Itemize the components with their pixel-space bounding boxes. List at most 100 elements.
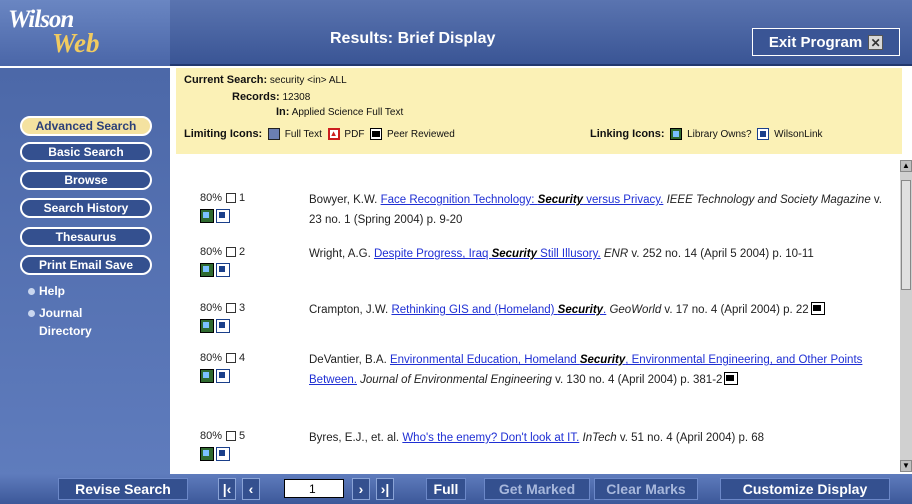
linking-icons-legend: Linking Icons: Library Owns? WilsonLink: [590, 128, 823, 141]
mark-checkbox[interactable]: [226, 431, 237, 442]
title-text: Despite Progress, Iraq: [373, 248, 492, 260]
linking-icons: [200, 447, 232, 466]
author: Bowyer, K.W.: [309, 194, 378, 206]
scroll-thumb[interactable]: [901, 180, 911, 290]
journal-name: GeoWorld: [609, 304, 662, 316]
next-page-icon[interactable]: ›: [352, 478, 370, 500]
article-title-link[interactable]: Face Recognition Technology: Security ve…: [381, 194, 664, 206]
exit-program-button[interactable]: Exit Program ✕: [752, 28, 900, 56]
wilsonlink-icon[interactable]: [216, 209, 230, 223]
relevance-value: 80%: [200, 302, 223, 314]
article-title-link[interactable]: Rethinking GIS and (Homeland) Security.: [391, 304, 606, 316]
title-text-end: Still Illusory.: [536, 248, 601, 260]
current-search-value: security <in> ALL: [269, 75, 347, 86]
journal-name: InTech: [582, 432, 617, 444]
linking-icons: [200, 369, 232, 388]
article-title-link[interactable]: Who's the enemy? Don't look at IT.: [402, 432, 579, 444]
revise-search-button[interactable]: Revise Search: [58, 478, 188, 500]
title-keyword: Security: [557, 304, 604, 316]
citation: Bowyer, K.W. Face Recognition Technology…: [309, 190, 889, 230]
citation: Crampton, J.W. Rethinking GIS and (Homel…: [309, 300, 889, 320]
journal-name: Journal of Environmental Engineering: [360, 374, 552, 386]
title-text: Rethinking GIS and (Homeland): [391, 304, 558, 316]
peer-reviewed-icon: [724, 372, 739, 385]
bullet-icon: [28, 310, 35, 318]
full-text-legend-label: Full Text: [284, 129, 322, 140]
mark-checkbox[interactable]: [226, 193, 237, 204]
library-owns-icon[interactable]: [200, 319, 214, 333]
database-row: In: Applied Science Full Text: [276, 106, 403, 118]
pdf-icon: ▲: [327, 128, 340, 141]
first-page-icon[interactable]: |‹: [218, 478, 236, 500]
author: DeVantier, B.A.: [309, 354, 387, 366]
title-text: Who's the enemy? Don't look at IT.: [402, 432, 580, 444]
journal-name: IEEE Technology and Society Magazine: [666, 194, 871, 206]
help-link[interactable]: Help: [28, 282, 65, 300]
title-text: Environmental Education, Homeland: [389, 354, 580, 366]
in-value: Applied Science Full Text: [291, 107, 404, 118]
scroll-up-arrow-icon[interactable]: ▲: [900, 160, 912, 172]
search-history-button[interactable]: Search History: [20, 198, 152, 218]
customize-display-button[interactable]: Customize Display: [720, 478, 890, 500]
library-owns-legend-label: Library Owns?: [687, 129, 752, 140]
current-search-row: Current Search: security <in> ALL: [184, 74, 347, 86]
browse-button[interactable]: Browse: [20, 170, 152, 190]
logo-wordmark-bottom: Web: [52, 28, 100, 58]
citation: DeVantier, B.A. Environmental Education,…: [309, 350, 889, 390]
in-label: In:: [276, 106, 290, 118]
relevance-score: 80% 1: [200, 192, 245, 204]
library-owns-icon[interactable]: [200, 263, 214, 277]
thesaurus-button[interactable]: Thesaurus: [20, 227, 152, 247]
journal-name: ENR: [603, 248, 629, 260]
mark-checkbox[interactable]: [226, 353, 237, 364]
article-title-link[interactable]: Despite Progress, Iraq Security Still Il…: [374, 248, 601, 260]
records-row: Records: 12308: [232, 91, 310, 103]
relevance-value: 80%: [200, 246, 223, 258]
library-owns-icon[interactable]: [200, 369, 214, 383]
bottom-toolbar: Revise Search |‹ ‹ › ›| Full Get Marked …: [0, 474, 912, 504]
linking-icons: [200, 209, 232, 228]
mark-checkbox[interactable]: [226, 247, 237, 258]
library-owns-icon: [670, 128, 683, 141]
limiting-icons-label: Limiting Icons:: [184, 128, 263, 140]
title-keyword: Security: [537, 194, 584, 206]
print-email-save-button[interactable]: Print Email Save: [20, 255, 152, 275]
library-owns-icon[interactable]: [200, 209, 214, 223]
full-display-button[interactable]: Full: [426, 478, 466, 500]
get-marked-button[interactable]: Get Marked: [484, 478, 590, 500]
exit-program-label: Exit Program: [768, 33, 863, 51]
results-scrollbar[interactable]: ▲ ▼: [900, 160, 912, 472]
mark-checkbox[interactable]: [226, 303, 237, 314]
wilsonlink-icon: [757, 128, 770, 141]
previous-page-icon[interactable]: ‹: [242, 478, 260, 500]
wilsonlink-icon[interactable]: [216, 369, 230, 383]
wilsonlink-icon[interactable]: [216, 447, 230, 461]
relevance-value: 80%: [200, 430, 223, 442]
page-number-input[interactable]: [284, 479, 344, 498]
journal-directory-link[interactable]: Journal Directory: [28, 304, 92, 340]
library-owns-icon[interactable]: [200, 447, 214, 461]
advanced-search-button[interactable]: Advanced Search: [20, 116, 152, 136]
results-list: 80% 1 Bowyer, K.W. Face Recognition Techn…: [176, 160, 898, 472]
wilsonlink-icon[interactable]: [216, 263, 230, 277]
search-info-panel: Current Search: security <in> ALL Record…: [176, 68, 902, 154]
full-text-icon: [268, 128, 281, 141]
records-label: Records:: [232, 91, 280, 103]
title-text: Face Recognition Technology:: [380, 194, 538, 206]
relevance-score: 80% 5: [200, 430, 245, 442]
peer-reviewed-legend-label: Peer Reviewed: [386, 129, 455, 140]
wilsonlink-icon[interactable]: [216, 319, 230, 333]
result-number: 3: [239, 302, 246, 314]
title-keyword: Security: [491, 248, 537, 260]
last-page-icon[interactable]: ›|: [376, 478, 394, 500]
directory-link-label: Directory: [39, 324, 92, 338]
relevance-score: 80% 4: [200, 352, 245, 364]
page-title: Results: Brief Display: [330, 30, 496, 47]
clear-marks-button[interactable]: Clear Marks: [594, 478, 698, 500]
wilsonlink-legend-label: WilsonLink: [774, 129, 823, 140]
scroll-down-arrow-icon[interactable]: ▼: [900, 460, 912, 472]
basic-search-button[interactable]: Basic Search: [20, 142, 152, 162]
citation: Wright, A.G. Despite Progress, Iraq Secu…: [309, 244, 889, 264]
sidebar: Advanced Search Basic Search Browse Sear…: [0, 68, 170, 478]
close-icon: ✕: [868, 34, 884, 50]
